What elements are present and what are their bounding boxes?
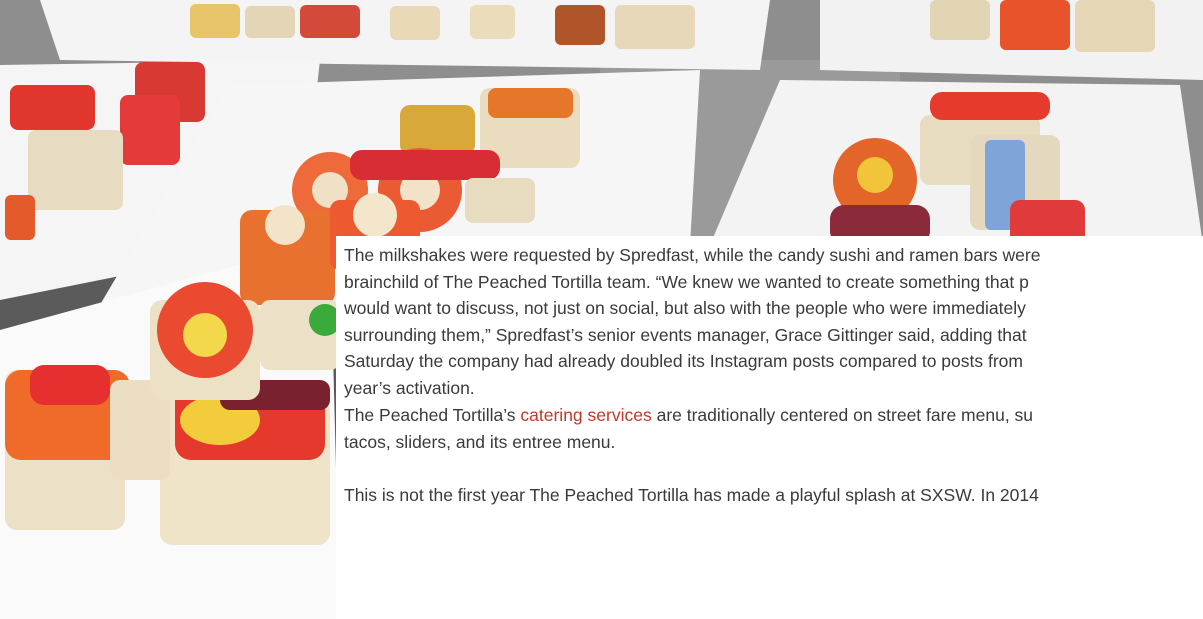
paragraph-line: brainchild of The Peached Tortilla team.… [344, 271, 1029, 292]
paragraph-line: Saturday the company had already doubled… [344, 351, 1023, 371]
paragraph-line: The milkshakes were requested by Spredfa… [344, 245, 1041, 265]
article-text-panel: The milkshakes were requested by Spredfa… [336, 236, 1203, 619]
paragraph-line: year’s activation. [344, 377, 475, 398]
article-paragraph: This is not the first year The Peached T… [344, 482, 1039, 509]
paragraph-line: The Peached Tortilla’s catering services… [344, 402, 1033, 429]
paragraph-text: The Peached Tortilla’s [344, 405, 521, 425]
article-paragraph: The milkshakes were requested by Spredfa… [344, 242, 1040, 401]
paragraph-text: are traditionally centered on street far… [651, 405, 1034, 425]
article-paragraph: The Peached Tortilla’s catering services… [344, 402, 1033, 455]
paragraph-line: This is not the first year The Peached T… [344, 485, 1039, 505]
paragraph-line: would want to discuss, not just on socia… [344, 298, 1026, 318]
catering-services-link[interactable]: catering services [520, 405, 651, 425]
paragraph-line: tacos, sliders, and its entree menu. [344, 431, 616, 452]
paragraph-line: surrounding them,” Spredfast’s senior ev… [344, 324, 1027, 345]
